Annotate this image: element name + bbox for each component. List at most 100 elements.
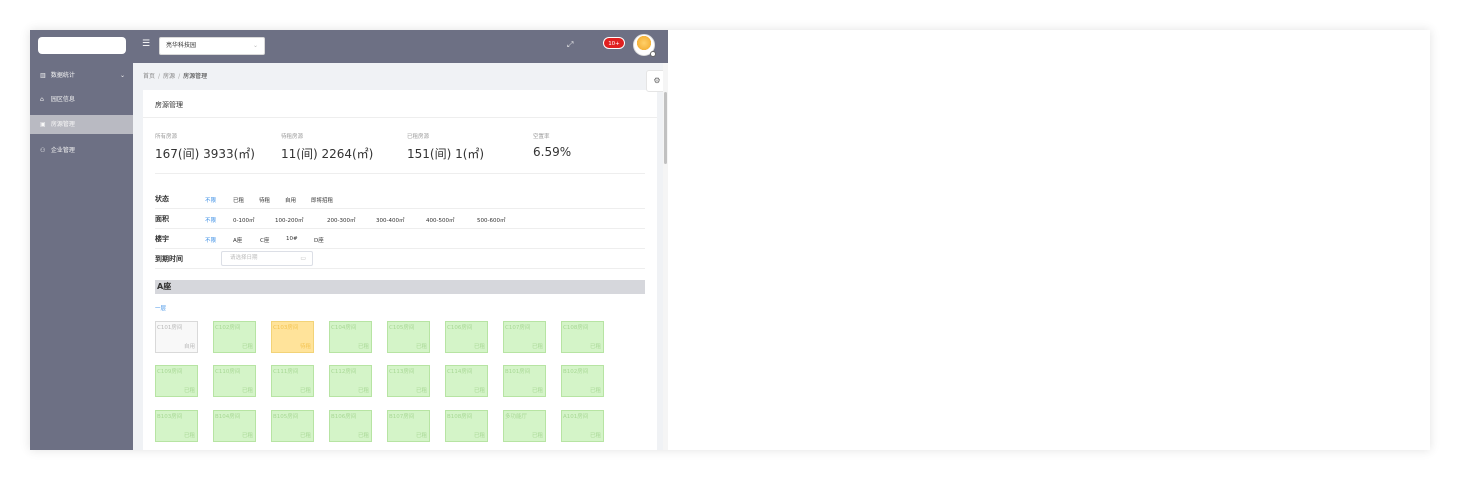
filter-option-building-a[interactable]: A座 [233, 236, 242, 244]
logo [38, 37, 126, 54]
room-status: 已租 [415, 388, 427, 394]
room-name: B106房间 [331, 414, 357, 420]
room-status: 已租 [589, 344, 601, 350]
filter-label-status: 状态 [155, 195, 169, 203]
filter-option-status-rented[interactable]: 已租 [233, 196, 244, 204]
building-header: A座 [155, 280, 645, 294]
filter-option-building-c[interactable]: C座 [260, 236, 269, 244]
stat-label-all: 所有房源 [155, 134, 178, 140]
topbar: ☰ 亮华科技园 ⌄ ⤢ 10+ [133, 30, 668, 63]
room-name: C107房间 [505, 325, 531, 331]
filter-option-status-any[interactable]: 不限 [205, 196, 216, 204]
room-card[interactable]: 多功能厅 已租 [503, 410, 546, 442]
filter-option-status-self-use[interactable]: 自用 [285, 196, 296, 204]
filter-row-area: 面积 不限 0-100㎡ 100-200㎡ 200-300㎡ 300-400㎡ … [155, 210, 645, 229]
room-card[interactable]: C107房间 已租 [503, 321, 546, 353]
expiry-date-input[interactable]: 请选择日期 ▭ [221, 251, 313, 266]
filter-option-area-300-400[interactable]: 300-400㎡ [376, 216, 404, 224]
room-card[interactable]: B104房间 已租 [213, 410, 256, 442]
room-card[interactable]: C114房间已租 [445, 365, 488, 397]
room-status: 已租 [183, 388, 195, 394]
home-icon: ⌂ [40, 96, 44, 103]
room-card[interactable]: B107房间 已租 [387, 410, 430, 442]
room-name: C102房间 [215, 325, 241, 331]
filter-option-area-any[interactable]: 不限 [205, 216, 216, 224]
sidebar-item-label: 企业管理 [50, 147, 75, 154]
stat-label-to-rent: 待租房源 [281, 134, 304, 140]
stat-value-rented: 151(间) 1(㎡) [407, 147, 485, 161]
room-card[interactable]: B106房间 已租 [329, 410, 372, 442]
breadcrumb-listings[interactable]: 房源 [163, 73, 175, 80]
room-card[interactable]: B102房间 已租 [561, 365, 604, 397]
filter-option-area-0-100[interactable]: 0-100㎡ [233, 216, 254, 224]
room-card[interactable]: C106房间 已租 [445, 321, 488, 353]
stat-value-vacancy: 6.59% [533, 145, 572, 159]
chevron-down-icon: ⌄ [119, 72, 125, 79]
room-card[interactable]: C101房间自用 [155, 321, 198, 353]
room-status: 已租 [241, 433, 253, 439]
room-name: B108房间 [447, 414, 473, 420]
filter-option-status-to-rent[interactable]: 待租 [259, 196, 270, 204]
date-placeholder: 请选择日期 [230, 255, 258, 261]
divider [155, 173, 645, 174]
filter-option-area-100-200[interactable]: 100-200㎡ [275, 216, 303, 224]
room-card[interactable]: A101房间 已租 [561, 410, 604, 442]
sidebar-item-company-management[interactable]: ⚇ 企业管理 [30, 141, 133, 160]
room-name: B102房间 [563, 369, 589, 375]
notification-badge[interactable]: 10+ [603, 37, 625, 49]
sidebar-item-listing-management[interactable]: ▣ 房源管理 [30, 115, 133, 134]
filter-option-area-400-500[interactable]: 400-500㎡ [426, 216, 454, 224]
room-card[interactable]: C110房间 已租 [213, 365, 256, 397]
room-name: C105房间 [389, 325, 415, 331]
bar-chart-icon: ▥ [40, 72, 46, 79]
calendar-icon: ▭ [300, 255, 306, 262]
filter-row-building: 楼宇 不限 A座 C座 10# D座 [155, 230, 645, 249]
filter-option-area-200-300[interactable]: 200-300㎡ [327, 216, 355, 224]
floor-label[interactable]: 一层 [155, 304, 166, 312]
room-name: C114房间 [447, 369, 473, 375]
room-status: 已租 [473, 388, 485, 394]
filter-option-status-upcoming[interactable]: 即将招租 [311, 196, 333, 204]
menu-toggle-icon[interactable]: ☰ [142, 39, 150, 49]
room-status: 已租 [415, 433, 427, 439]
room-card[interactable]: B105房间 已租 [271, 410, 314, 442]
breadcrumb-home[interactable]: 首页 [143, 73, 155, 80]
room-card[interactable]: C104房间 已租 [329, 321, 372, 353]
scrollbar-thumb[interactable] [664, 92, 667, 164]
sidebar: ▥ 数据统计 ⌄ ⌂ 园区信息 ▣ 房源管理 ⚇ 企业管理 [30, 30, 133, 450]
room-name: C113房间 [389, 369, 415, 375]
filter-option-building-any[interactable]: 不限 [205, 236, 216, 244]
room-status: 已租 [299, 433, 311, 439]
sidebar-item-label: 数据统计 [50, 72, 75, 79]
room-card[interactable]: C105房间 已租 [387, 321, 430, 353]
room-card[interactable]: B108房间 已租 [445, 410, 488, 442]
room-status: 已租 [241, 388, 253, 394]
fullscreen-icon[interactable]: ⤢ [567, 40, 573, 50]
room-card[interactable]: B101房间 已租 [503, 365, 546, 397]
room-card[interactable]: C112房间 已租 [329, 365, 372, 397]
sidebar-item-statistics[interactable]: ▥ 数据统计 ⌄ [30, 66, 133, 85]
room-card[interactable]: C102房间 已租 [213, 321, 256, 353]
browser-frame: ▥ 数据统计 ⌄ ⌂ 园区信息 ▣ 房源管理 ⚇ 企业管理 ☰ 亮华科技园 ⌄ [30, 30, 1430, 450]
room-name: B103房间 [157, 414, 183, 420]
room-card[interactable]: B103房间 已租 [155, 410, 198, 442]
filter-option-area-500-600[interactable]: 500-600㎡ [477, 216, 505, 224]
room-card[interactable]: C109房间 已租 [155, 365, 198, 397]
room-status: 已租 [531, 433, 543, 439]
gear-icon [650, 51, 656, 57]
filter-option-building-10[interactable]: 10# [286, 236, 298, 242]
filter-option-building-d[interactable]: D座 [314, 236, 324, 244]
room-name: C103房间 [273, 325, 299, 331]
room-name: C101房间 [157, 325, 183, 331]
park-select[interactable]: 亮华科技园 ⌄ [159, 37, 265, 55]
room-card[interactable]: C108房间 已租 [561, 321, 604, 353]
room-card[interactable]: C103房间 待租 [271, 321, 314, 353]
room-status: 自用 [183, 344, 195, 350]
room-status: 已租 [299, 388, 311, 394]
park-select-value: 亮华科技园 [166, 42, 197, 49]
room-status: 已租 [473, 344, 485, 350]
room-card[interactable]: C111房间 已租 [271, 365, 314, 397]
room-card[interactable]: C113房间已租 [387, 365, 430, 397]
room-status: 已租 [357, 388, 369, 394]
sidebar-item-park-info[interactable]: ⌂ 园区信息 [30, 90, 133, 109]
